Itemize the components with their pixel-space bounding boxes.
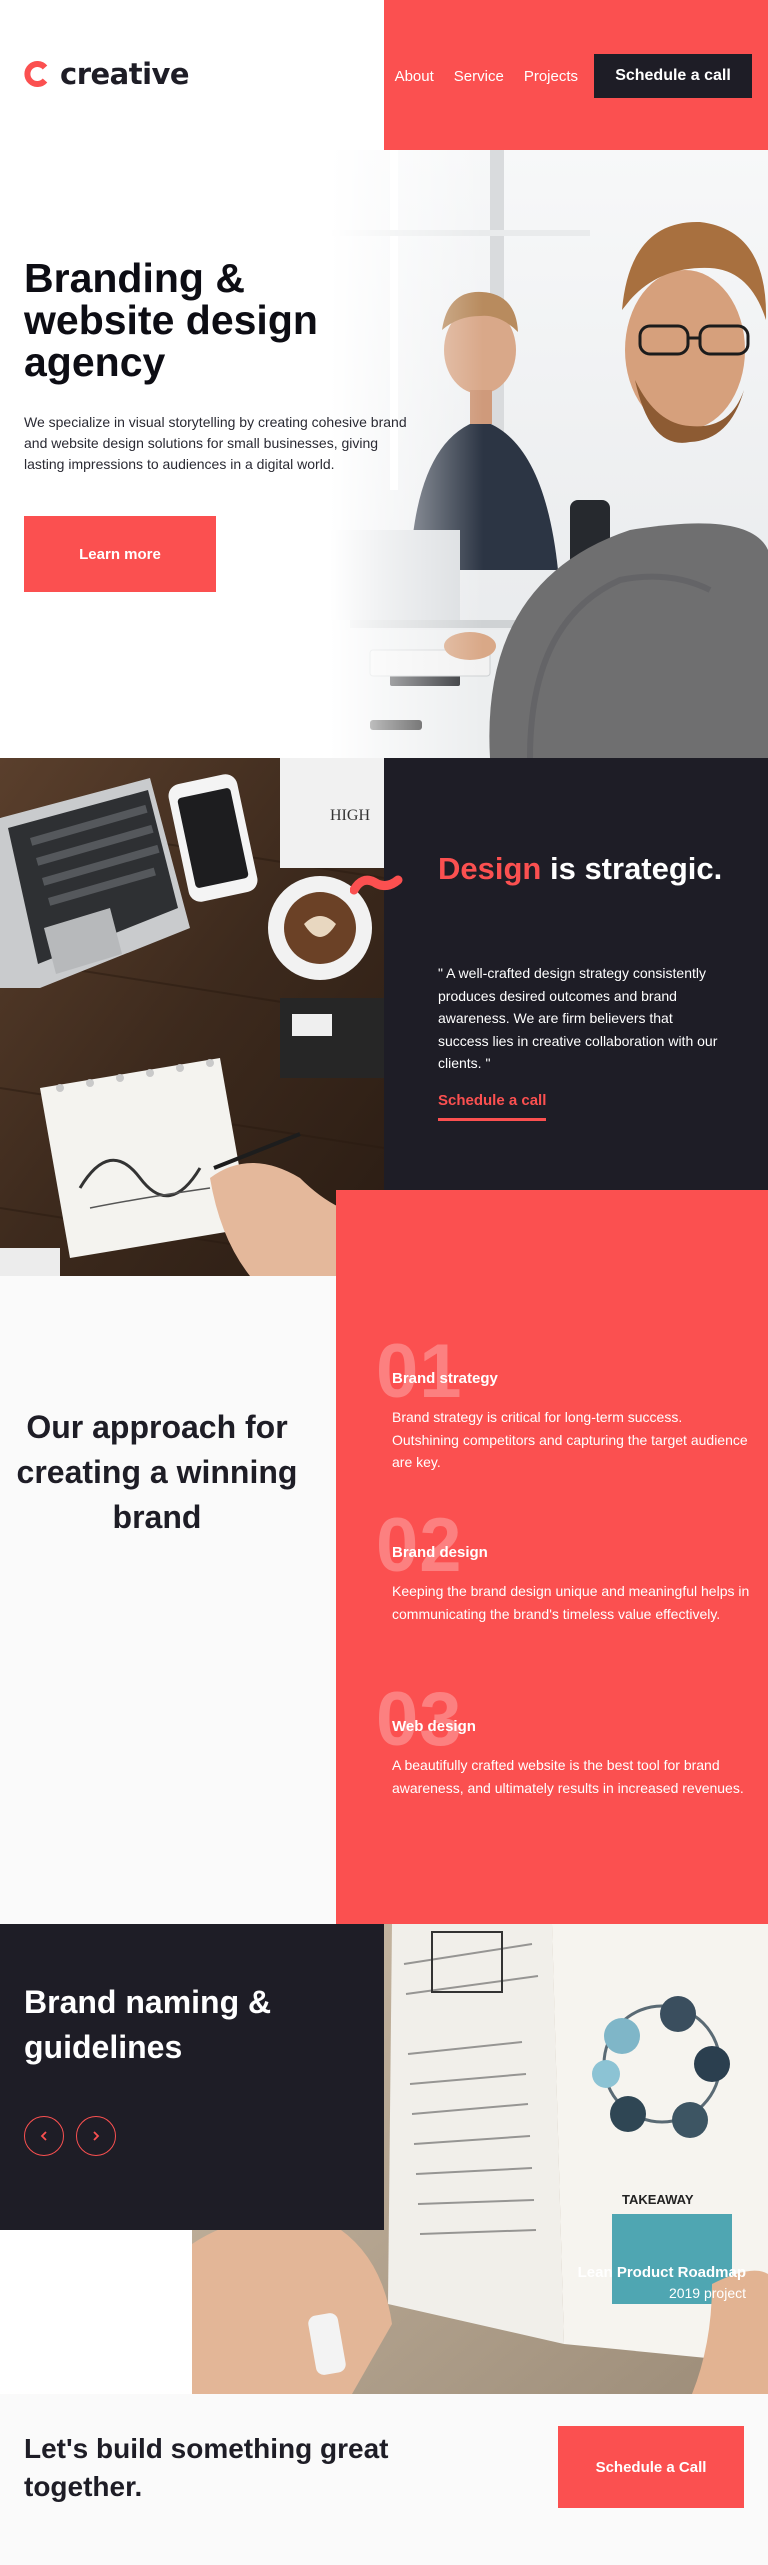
nav-link-about[interactable]: About bbox=[385, 68, 444, 85]
logo[interactable]: creative bbox=[24, 56, 190, 92]
strategy-schedule-call-link[interactable]: Schedule a call bbox=[438, 1092, 547, 1121]
strategy-quote: " A well-crafted design strategy consist… bbox=[438, 965, 718, 1072]
approach-left-panel bbox=[0, 1276, 336, 1924]
arrow-right-icon bbox=[93, 2131, 100, 2141]
step-description: Brand strategy is critical for long-term… bbox=[392, 1409, 748, 1471]
strategy-title-rest: is strategic. bbox=[541, 851, 723, 886]
learn-more-button[interactable]: Learn more bbox=[24, 516, 216, 592]
project-caption: Lean Product Roadmap 2019 project bbox=[500, 2262, 746, 2304]
approach-title: Our approach for creating a winning bran… bbox=[16, 1409, 298, 1535]
footer-schedule-call-button[interactable]: Schedule a Call bbox=[558, 2426, 744, 2508]
naming-title: Brand naming & guidelines bbox=[24, 1984, 272, 2065]
strategy-title: Design is strategic. bbox=[438, 848, 738, 890]
desk-image: HIGH bbox=[0, 758, 384, 1276]
carousel-next-button[interactable] bbox=[76, 2116, 116, 2156]
nav-link-service[interactable]: Service bbox=[444, 68, 514, 85]
schedule-call-button[interactable]: Schedule a call bbox=[594, 54, 752, 98]
step-title: Web design bbox=[392, 1718, 476, 1735]
svg-text:HIGH: HIGH bbox=[330, 807, 370, 824]
step-title: Brand strategy bbox=[392, 1370, 498, 1387]
arrow-left-icon bbox=[40, 2131, 47, 2141]
nav-link-projects[interactable]: Projects bbox=[514, 68, 588, 85]
step-description: A beautifully crafted website is the bes… bbox=[392, 1757, 744, 1796]
project-caption-title: Lean Product Roadmap bbox=[577, 2264, 746, 2281]
main-nav: About Service Projects Schedule a call bbox=[384, 54, 768, 98]
carousel-prev-button[interactable] bbox=[24, 2116, 64, 2156]
step-description: Keeping the brand design unique and mean… bbox=[392, 1583, 750, 1622]
step-title: Brand design bbox=[392, 1544, 488, 1561]
footer-title: Let's build something great together. bbox=[24, 2433, 389, 2502]
project-caption-subtitle: 2019 project bbox=[668, 2285, 746, 2301]
naming-panel bbox=[0, 1924, 384, 2230]
svg-text:TAKEAWAY: TAKEAWAY bbox=[622, 2192, 694, 2207]
logo-text: creative bbox=[60, 57, 190, 91]
hero-subtitle: We specialize in visual storytelling by … bbox=[24, 414, 407, 472]
squiggle-decoration bbox=[350, 875, 403, 895]
strategy-title-accent: Design bbox=[438, 851, 542, 886]
hero-title: Branding & website design agency bbox=[24, 255, 318, 385]
logo-mark-icon bbox=[24, 61, 48, 87]
